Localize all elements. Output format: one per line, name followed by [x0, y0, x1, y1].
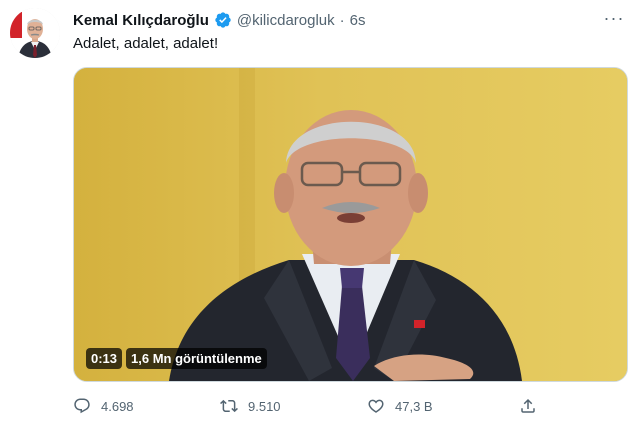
retweet-icon	[220, 399, 238, 413]
video-view-count: 1,6 Mn görüntülenme	[126, 348, 267, 369]
video-overlay: 0:13 1,6 Mn görüntülenme	[86, 348, 267, 369]
separator-dot: ·	[339, 11, 345, 29]
tweet-actions: 4.698 9.510 47,3 B	[0, 392, 640, 420]
author-handle[interactable]: @kilicdarogluk	[237, 12, 335, 29]
tweet-timestamp[interactable]: 6s	[350, 12, 366, 29]
like-button[interactable]: 47,3 B	[367, 392, 433, 420]
profile-photo-icon	[10, 8, 60, 58]
tweet-header: Kemal Kılıçdaroğlu @kilicdarogluk · 6s	[73, 9, 365, 31]
tweet-text: Adalet, adalet, adalet!	[73, 35, 219, 52]
author-name[interactable]: Kemal Kılıçdaroğlu	[73, 12, 209, 29]
video-duration: 0:13	[86, 348, 123, 369]
reply-icon	[74, 398, 90, 414]
video-frame	[74, 68, 627, 381]
avatar[interactable]	[10, 8, 60, 58]
reply-button[interactable]: 4.698	[73, 392, 134, 420]
verified-badge-icon	[215, 12, 231, 28]
retweet-button[interactable]: 9.510	[220, 392, 281, 420]
retweet-count: 9.510	[248, 398, 281, 414]
like-icon	[368, 399, 384, 413]
more-options-button[interactable]: ···	[599, 7, 629, 29]
reply-count: 4.698	[101, 398, 134, 414]
more-icon: ···	[603, 7, 625, 28]
share-button[interactable]	[519, 392, 537, 420]
video-player[interactable]: 0:13 1,6 Mn görüntülenme	[73, 67, 628, 382]
share-icon	[521, 398, 535, 413]
like-count: 47,3 B	[395, 398, 433, 414]
tweet-card[interactable]: Kemal Kılıçdaroğlu @kilicdarogluk · 6s ·…	[0, 0, 640, 427]
